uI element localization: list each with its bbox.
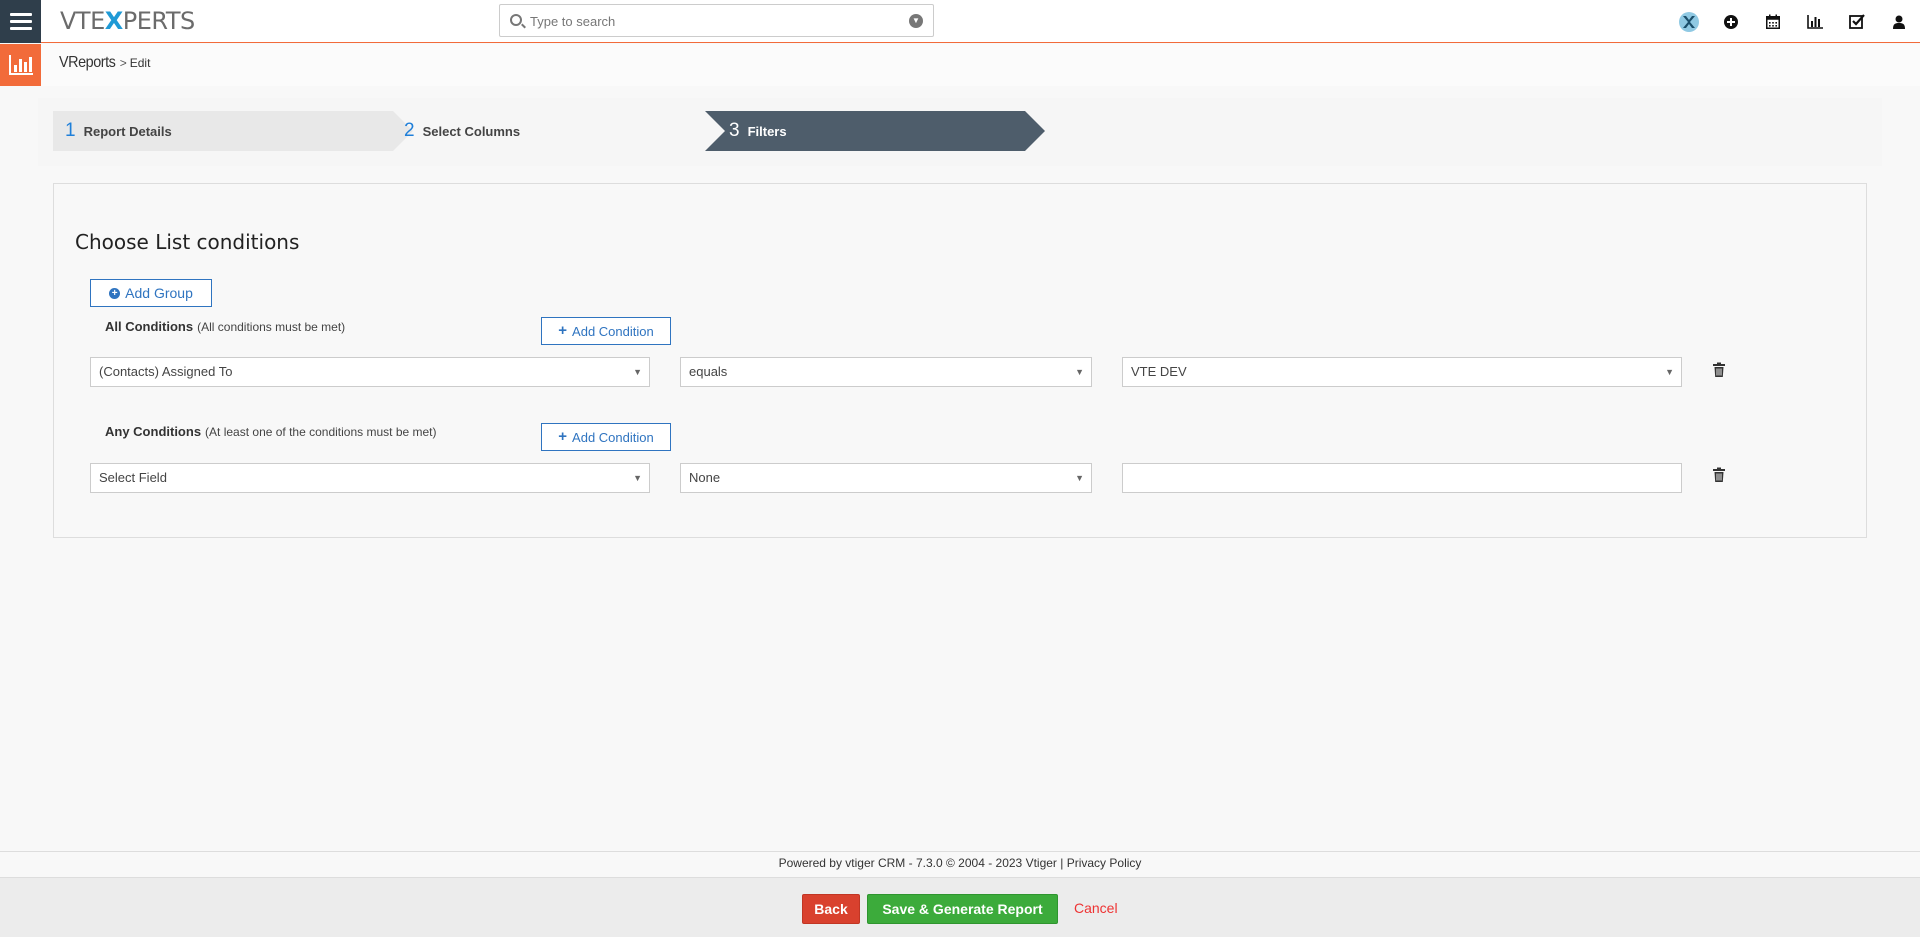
company-logo[interactable]: VTE X PERTS xyxy=(60,7,195,35)
any-conditions-hint: (At least one of the conditions must be … xyxy=(205,425,437,439)
add-condition-any-button[interactable]: + Add Condition xyxy=(541,423,671,451)
all-conditions-title: All Conditions xyxy=(105,319,194,334)
logo-text-2: PERTS xyxy=(122,7,195,35)
step-select-columns[interactable]: 2 Select Columns xyxy=(404,111,724,151)
add-condition-label: Add Condition xyxy=(572,323,654,339)
all-condition-value-select[interactable]: VTE DEV ▼ xyxy=(1122,357,1682,387)
step-label: Filters xyxy=(747,123,787,139)
all-conditions-label: All Conditions (All conditions must be me… xyxy=(105,319,345,334)
plus-icon: + xyxy=(558,322,568,339)
footer-separator: | xyxy=(1056,856,1067,870)
logo-x: X xyxy=(104,7,124,35)
breadcrumb-separator: > xyxy=(119,56,127,70)
add-condition-all-button[interactable]: + Add Condition xyxy=(541,317,671,345)
dropdown-arrow-icon: ▼ xyxy=(633,473,642,483)
user-icon[interactable] xyxy=(1878,0,1920,43)
delete-condition-trash-icon[interactable] xyxy=(1712,362,1726,378)
add-group-button[interactable]: + Add Group xyxy=(90,279,212,307)
step-number: 1 xyxy=(65,120,76,141)
any-condition-value-input[interactable] xyxy=(1122,463,1682,493)
dropdown-arrow-icon: ▼ xyxy=(633,367,642,377)
back-button[interactable]: Back xyxy=(802,894,860,924)
powered-by-footer: Powered by vtiger CRM - 7.3.0 © 2004 - 2… xyxy=(0,856,1920,870)
breadcrumb: VReports > Edit xyxy=(59,54,150,72)
step-filters[interactable]: 3 Filters xyxy=(705,111,1045,151)
step-label: Select Columns xyxy=(422,123,521,139)
any-conditions-title: Any Conditions xyxy=(105,424,202,439)
panel-title: Choose List conditions xyxy=(75,230,300,254)
calendar-icon[interactable] xyxy=(1752,0,1794,43)
conditions-panel: Choose List conditions + Add Group All C… xyxy=(53,183,1867,538)
all-condition-field-select[interactable]: (Contacts) Assigned To ▼ xyxy=(90,357,650,387)
reports-module-icon[interactable] xyxy=(0,44,41,86)
plus-icon: + xyxy=(558,428,568,445)
step-label: Report Details xyxy=(83,123,172,139)
cancel-link[interactable]: Cancel xyxy=(1074,900,1118,916)
search-input[interactable] xyxy=(530,11,890,31)
selected-field: (Contacts) Assigned To xyxy=(99,364,233,379)
vtiger-link[interactable]: Vtiger xyxy=(1026,856,1057,870)
powered-text: Powered by vtiger CRM - 7.3.0 © 2004 - 2… xyxy=(778,856,1026,870)
selected-field: Select Field xyxy=(99,470,167,485)
selected-operator: None xyxy=(689,470,721,485)
plus-circle-icon: + xyxy=(109,287,121,299)
vtexperts-icon[interactable] xyxy=(1668,0,1710,43)
privacy-policy-link[interactable]: Privacy Policy xyxy=(1067,856,1142,870)
add-condition-label: Add Condition xyxy=(572,429,654,445)
all-conditions-hint: (All conditions must be met) xyxy=(197,320,346,334)
breadcrumb-module[interactable]: VReports xyxy=(59,54,116,72)
add-icon[interactable] xyxy=(1710,0,1752,43)
wizard-steps: 1 Report Details 2 Select Columns 3 Filt… xyxy=(38,98,1882,166)
dropdown-arrow-icon: ▼ xyxy=(1075,473,1084,483)
footer-divider xyxy=(0,851,1920,852)
step-report-details[interactable]: 1 Report Details xyxy=(53,111,413,151)
form-action-bar: Back Save & Generate Report Cancel xyxy=(0,877,1920,937)
dropdown-arrow-icon: ▼ xyxy=(1075,367,1084,377)
search-icon xyxy=(510,14,522,26)
top-icons xyxy=(1668,0,1920,43)
delete-condition-trash-icon[interactable] xyxy=(1712,467,1726,483)
hamburger-menu-icon[interactable] xyxy=(0,0,41,43)
step-number: 2 xyxy=(404,120,415,141)
selected-operator: equals xyxy=(689,364,728,379)
tasks-icon[interactable] xyxy=(1836,0,1878,43)
module-header: VReports > Edit xyxy=(0,44,1920,86)
add-group-label: Add Group xyxy=(125,285,193,301)
reports-icon[interactable] xyxy=(1794,0,1836,43)
top-navbar: VTEXPERTS ▼ xyxy=(0,0,1920,43)
dropdown-arrow-icon: ▼ xyxy=(1665,367,1674,377)
breadcrumb-current: Edit xyxy=(129,56,151,70)
all-condition-operator-select[interactable]: equals ▼ xyxy=(680,357,1092,387)
save-generate-report-button[interactable]: Save & Generate Report xyxy=(867,894,1058,924)
any-conditions-label: Any Conditions (At least one of the condi… xyxy=(105,424,437,439)
selected-value: VTE DEV xyxy=(1131,364,1187,379)
any-condition-operator-select[interactable]: None ▼ xyxy=(680,463,1092,493)
logo-text: VTE xyxy=(60,7,105,35)
any-condition-field-select[interactable]: Select Field ▼ xyxy=(90,463,650,493)
global-search: ▼ xyxy=(499,4,934,37)
search-options-chevron-icon[interactable]: ▼ xyxy=(909,14,923,28)
step-number: 3 xyxy=(729,120,740,141)
